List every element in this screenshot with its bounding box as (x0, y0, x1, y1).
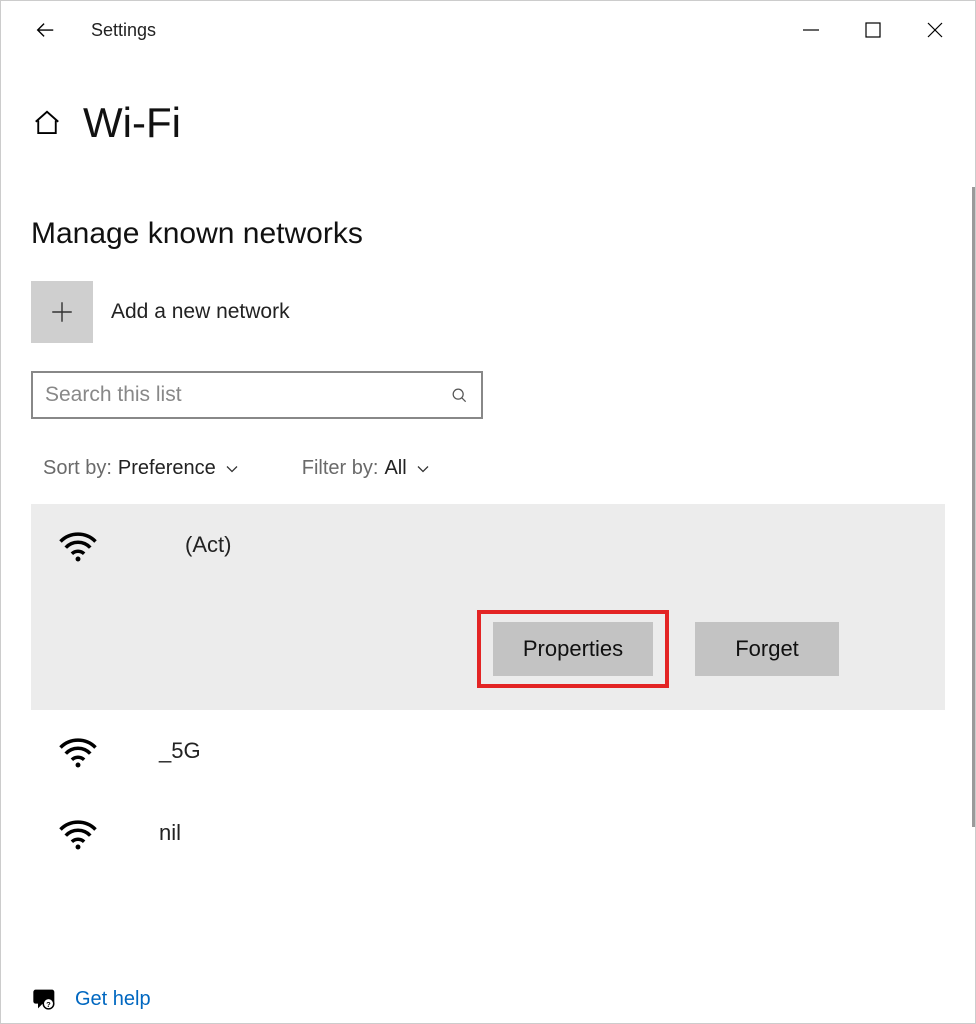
help-icon: ? (31, 985, 59, 1013)
help-link[interactable]: ? Get help (31, 985, 151, 1013)
svg-text:?: ? (46, 1000, 51, 1009)
scrollbar[interactable] (972, 187, 975, 827)
chevron-down-icon (413, 459, 433, 479)
minimize-button[interactable] (797, 16, 825, 44)
plus-icon (49, 299, 75, 325)
title-bar: Settings (1, 1, 975, 59)
filter-label: Filter by: (302, 457, 379, 480)
highlight-annotation: Properties (477, 610, 669, 688)
window-controls (797, 16, 967, 44)
search-box[interactable] (31, 371, 483, 419)
add-network-button[interactable] (31, 281, 93, 343)
network-name: (Act) (185, 532, 231, 558)
properties-button[interactable]: Properties (493, 622, 653, 676)
search-input[interactable] (45, 383, 449, 407)
wifi-icon (57, 812, 99, 854)
page-header: Wi-Fi (1, 59, 975, 157)
add-network-row[interactable]: Add a new network (31, 281, 945, 343)
add-network-label: Add a new network (111, 300, 290, 324)
sort-label: Sort by: (43, 457, 112, 480)
back-button[interactable] (29, 14, 61, 46)
filter-dropdown[interactable]: Filter by: All (302, 457, 433, 480)
sort-filter-row: Sort by: Preference Filter by: All (31, 457, 945, 480)
section-heading: Manage known networks (31, 217, 945, 251)
network-actions: Properties Forget (57, 610, 927, 688)
forget-button[interactable]: Forget (695, 622, 839, 676)
window-title: Settings (91, 20, 156, 41)
chevron-down-icon (222, 459, 242, 479)
sort-dropdown[interactable]: Sort by: Preference (43, 457, 242, 480)
search-icon (449, 385, 469, 405)
content-area: Manage known networks Add a new network … (1, 157, 975, 874)
help-label: Get help (75, 988, 151, 1011)
network-item-selected[interactable]: (Act) Properties Forget (31, 504, 945, 710)
page-title: Wi-Fi (83, 99, 181, 147)
network-item[interactable]: nil (31, 792, 945, 874)
close-button[interactable] (921, 16, 949, 44)
filter-value: All (384, 457, 406, 480)
network-list: (Act) Properties Forget _5G nil (31, 504, 945, 874)
wifi-icon (57, 730, 99, 772)
network-item[interactable]: _5G (31, 710, 945, 792)
home-icon[interactable] (31, 107, 63, 139)
network-name: nil (159, 820, 181, 846)
sort-value: Preference (118, 457, 216, 480)
maximize-button[interactable] (859, 16, 887, 44)
network-name: _5G (159, 738, 201, 764)
wifi-icon (57, 524, 99, 566)
